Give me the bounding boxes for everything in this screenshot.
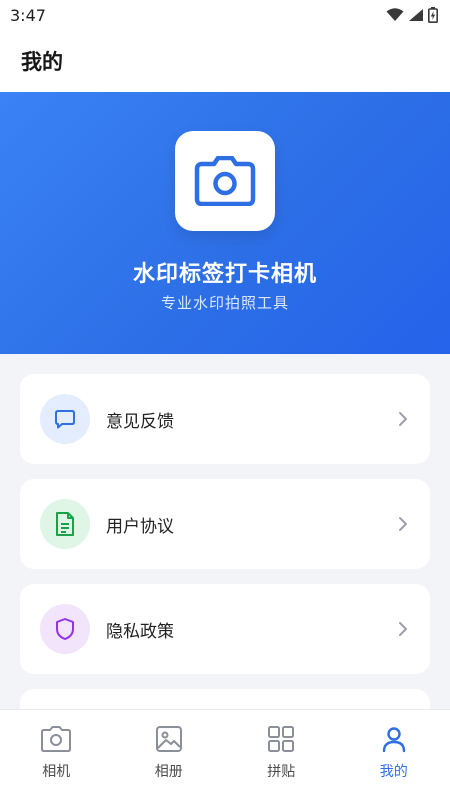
cellular-signal-icon [409, 9, 423, 21]
chevron-right-icon [399, 517, 407, 531]
app-hero-banner: 水印标签打卡相机 专业水印拍照工具 [0, 92, 450, 354]
camera-icon [194, 156, 256, 206]
title-bar: 我的 [0, 30, 450, 92]
nav-tab-collage[interactable]: 拼贴 [225, 710, 338, 800]
document-icon [56, 512, 74, 536]
shield-icon [56, 618, 74, 640]
nav-label: 相册 [154, 764, 183, 780]
menu-item-user-agreement[interactable]: 用户协议 [20, 479, 430, 569]
battery-icon [428, 7, 438, 23]
nav-label: 相机 [42, 764, 71, 780]
camera-icon [41, 726, 72, 752]
nav-label: 拼贴 [267, 764, 296, 780]
menu-item-label: 隐私政策 [106, 621, 174, 642]
agreement-icon-badge [40, 499, 90, 549]
nav-tab-mine[interactable]: 我的 [338, 710, 450, 800]
status-icons [386, 7, 438, 23]
nav-tab-camera[interactable]: 相机 [0, 710, 113, 800]
menu-item-label: 用户协议 [106, 516, 174, 537]
page-title: 我的 [21, 50, 63, 74]
wifi-icon [386, 8, 404, 21]
grid-icon [268, 726, 295, 752]
chevron-right-icon [399, 622, 407, 636]
app-logo [175, 131, 275, 231]
status-time: 3:47 [10, 5, 46, 25]
menu-item-feedback[interactable]: 意见反馈 [20, 374, 430, 464]
status-bar: 3:47 [0, 0, 450, 30]
profile-screen: 3:47 我的 水印标签打卡相机 专业水印拍照工具 意见反馈 用户协议 隐私政策… [0, 0, 450, 800]
nav-tab-album[interactable]: 相册 [113, 710, 226, 800]
message-icon [55, 410, 75, 429]
chevron-right-icon [399, 412, 407, 426]
app-tagline: 专业水印拍照工具 [160, 294, 289, 312]
bottom-navigation: 相机 相册 拼贴 我的 [0, 709, 450, 800]
feedback-icon-badge [40, 394, 90, 444]
image-icon [155, 726, 182, 752]
menu-item-privacy-policy[interactable]: 隐私政策 [20, 584, 430, 674]
nav-label: 我的 [379, 764, 408, 780]
menu-item-label: 意见反馈 [106, 411, 174, 432]
privacy-icon-badge [40, 604, 90, 654]
app-name: 水印标签打卡相机 [132, 262, 317, 287]
user-icon [382, 727, 405, 753]
